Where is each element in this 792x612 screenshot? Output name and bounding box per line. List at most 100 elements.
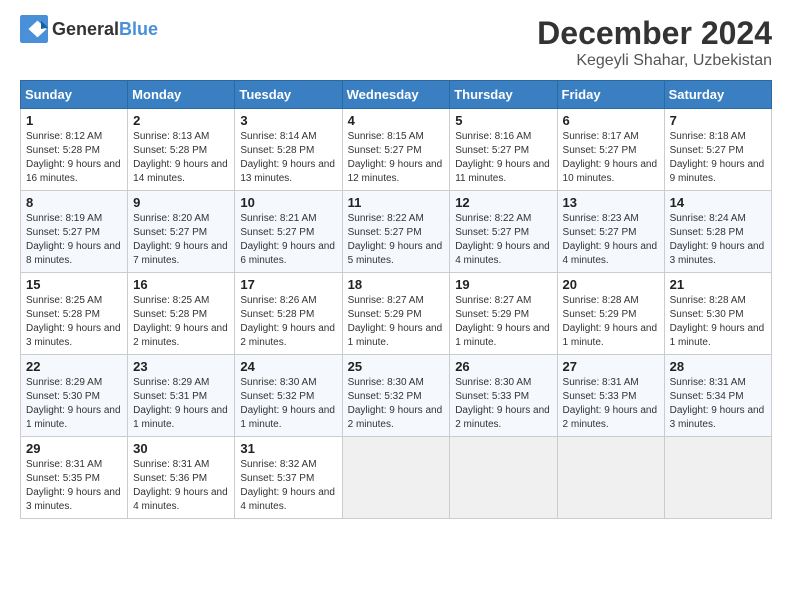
day-number: 29 (26, 441, 122, 456)
calendar-header-friday: Friday (557, 81, 664, 109)
logo: GeneralBlue (20, 15, 158, 43)
day-number: 30 (133, 441, 229, 456)
day-info: Sunrise: 8:31 AMSunset: 5:33 PMDaylight:… (563, 376, 659, 432)
page-container: GeneralBlue December 2024 Kegeyli Shahar… (0, 0, 792, 529)
day-info: Sunrise: 8:27 AMSunset: 5:29 PMDaylight:… (348, 294, 445, 350)
calendar-cell: 25 Sunrise: 8:30 AMSunset: 5:32 PMDayligh… (342, 355, 450, 437)
day-info: Sunrise: 8:25 AMSunset: 5:28 PMDaylight:… (133, 294, 229, 350)
day-info: Sunrise: 8:23 AMSunset: 5:27 PMDaylight:… (563, 212, 659, 268)
calendar-header-tuesday: Tuesday (235, 81, 342, 109)
calendar-cell: 19 Sunrise: 8:27 AMSunset: 5:29 PMDayligh… (450, 273, 557, 355)
day-info: Sunrise: 8:17 AMSunset: 5:27 PMDaylight:… (563, 130, 659, 186)
calendar-header-monday: Monday (128, 81, 235, 109)
calendar-cell: 5 Sunrise: 8:16 AMSunset: 5:27 PMDaylight… (450, 109, 557, 191)
day-info: Sunrise: 8:31 AMSunset: 5:36 PMDaylight:… (133, 458, 229, 514)
day-number: 31 (240, 441, 336, 456)
calendar-cell (342, 437, 450, 519)
calendar-header-row: SundayMondayTuesdayWednesdayThursdayFrid… (21, 81, 772, 109)
day-info: Sunrise: 8:20 AMSunset: 5:27 PMDaylight:… (133, 212, 229, 268)
calendar-cell: 2Sunrise: 8:13 AMSunset: 5:28 PMDaylight… (128, 109, 235, 191)
calendar-week-row: 8 Sunrise: 8:19 AMSunset: 5:27 PMDaylight… (21, 191, 772, 273)
day-number: 15 (26, 277, 122, 292)
day-info: Sunrise: 8:31 AMSunset: 5:35 PMDaylight:… (26, 458, 122, 514)
calendar-header-saturday: Saturday (664, 81, 771, 109)
day-number: 18 (348, 277, 445, 292)
calendar-cell: 16 Sunrise: 8:25 AMSunset: 5:28 PMDayligh… (128, 273, 235, 355)
day-info: Sunrise: 8:30 AMSunset: 5:33 PMDaylight:… (455, 376, 551, 432)
month-year-title: December 2024 (537, 15, 772, 52)
calendar-cell: 26 Sunrise: 8:30 AMSunset: 5:33 PMDayligh… (450, 355, 557, 437)
calendar-cell: 20Sunrise: 8:28 AMSunset: 5:29 PMDayligh… (557, 273, 664, 355)
day-info: Sunrise: 8:18 AMSunset: 5:27 PMDaylight:… (670, 130, 766, 186)
day-number: 11 (348, 195, 445, 210)
calendar-cell: 24Sunrise: 8:30 AMSunset: 5:32 PMDayligh… (235, 355, 342, 437)
day-info: Sunrise: 8:24 AMSunset: 5:28 PMDaylight:… (670, 212, 766, 268)
logo-icon (20, 15, 48, 43)
calendar-cell: 27Sunrise: 8:31 AMSunset: 5:33 PMDayligh… (557, 355, 664, 437)
calendar-header-wednesday: Wednesday (342, 81, 450, 109)
day-info: Sunrise: 8:29 AMSunset: 5:31 PMDaylight:… (133, 376, 229, 432)
day-info: Sunrise: 8:28 AMSunset: 5:30 PMDaylight:… (670, 294, 766, 350)
calendar-cell: 18 Sunrise: 8:27 AMSunset: 5:29 PMDayligh… (342, 273, 450, 355)
calendar-cell: 11Sunrise: 8:22 AMSunset: 5:27 PMDayligh… (342, 191, 450, 273)
day-number: 26 (455, 359, 551, 374)
day-number: 19 (455, 277, 551, 292)
calendar-cell: 7 Sunrise: 8:18 AMSunset: 5:27 PMDaylight… (664, 109, 771, 191)
day-number: 7 (670, 113, 766, 128)
day-info: Sunrise: 8:13 AMSunset: 5:28 PMDaylight:… (133, 130, 229, 186)
day-number: 8 (26, 195, 122, 210)
day-number: 20 (563, 277, 659, 292)
day-info: Sunrise: 8:32 AMSunset: 5:37 PMDaylight:… (240, 458, 336, 514)
calendar-cell: 14 Sunrise: 8:24 AMSunset: 5:28 PMDayligh… (664, 191, 771, 273)
day-number: 4 (348, 113, 445, 128)
day-number: 28 (670, 359, 766, 374)
calendar-cell (557, 437, 664, 519)
calendar-cell: 1Sunrise: 8:12 AMSunset: 5:28 PMDaylight… (21, 109, 128, 191)
day-number: 5 (455, 113, 551, 128)
day-number: 23 (133, 359, 229, 374)
calendar-cell: 31 Sunrise: 8:32 AMSunset: 5:37 PMDayligh… (235, 437, 342, 519)
calendar-week-row: 15 Sunrise: 8:25 AMSunset: 5:28 PMDayligh… (21, 273, 772, 355)
calendar-week-row: 1Sunrise: 8:12 AMSunset: 5:28 PMDaylight… (21, 109, 772, 191)
day-info: Sunrise: 8:19 AMSunset: 5:27 PMDaylight:… (26, 212, 122, 268)
day-number: 16 (133, 277, 229, 292)
day-number: 14 (670, 195, 766, 210)
calendar-header-thursday: Thursday (450, 81, 557, 109)
calendar-cell (450, 437, 557, 519)
day-info: Sunrise: 8:30 AMSunset: 5:32 PMDaylight:… (240, 376, 336, 432)
day-info: Sunrise: 8:25 AMSunset: 5:28 PMDaylight:… (26, 294, 122, 350)
day-info: Sunrise: 8:26 AMSunset: 5:28 PMDaylight:… (240, 294, 336, 350)
calendar-cell: 17 Sunrise: 8:26 AMSunset: 5:28 PMDayligh… (235, 273, 342, 355)
calendar-cell: 30 Sunrise: 8:31 AMSunset: 5:36 PMDayligh… (128, 437, 235, 519)
day-info: Sunrise: 8:15 AMSunset: 5:27 PMDaylight:… (348, 130, 445, 186)
day-number: 25 (348, 359, 445, 374)
day-info: Sunrise: 8:30 AMSunset: 5:32 PMDaylight:… (348, 376, 445, 432)
day-number: 21 (670, 277, 766, 292)
logo-text: GeneralBlue (52, 19, 158, 40)
title-section: December 2024 Kegeyli Shahar, Uzbekistan (537, 15, 772, 70)
day-info: Sunrise: 8:27 AMSunset: 5:29 PMDaylight:… (455, 294, 551, 350)
day-info: Sunrise: 8:29 AMSunset: 5:30 PMDaylight:… (26, 376, 122, 432)
calendar-cell: 12Sunrise: 8:22 AMSunset: 5:27 PMDayligh… (450, 191, 557, 273)
day-number: 6 (563, 113, 659, 128)
location-subtitle: Kegeyli Shahar, Uzbekistan (537, 52, 772, 70)
day-number: 3 (240, 113, 336, 128)
day-number: 13 (563, 195, 659, 210)
calendar-week-row: 29 Sunrise: 8:31 AMSunset: 5:35 PMDayligh… (21, 437, 772, 519)
calendar-cell: 8 Sunrise: 8:19 AMSunset: 5:27 PMDaylight… (21, 191, 128, 273)
day-info: Sunrise: 8:22 AMSunset: 5:27 PMDaylight:… (455, 212, 551, 268)
calendar-cell: 15 Sunrise: 8:25 AMSunset: 5:28 PMDayligh… (21, 273, 128, 355)
calendar-cell: 3Sunrise: 8:14 AMSunset: 5:28 PMDaylight… (235, 109, 342, 191)
day-number: 22 (26, 359, 122, 374)
day-info: Sunrise: 8:31 AMSunset: 5:34 PMDaylight:… (670, 376, 766, 432)
day-number: 17 (240, 277, 336, 292)
day-info: Sunrise: 8:16 AMSunset: 5:27 PMDaylight:… (455, 130, 551, 186)
day-info: Sunrise: 8:21 AMSunset: 5:27 PMDaylight:… (240, 212, 336, 268)
calendar-cell: 28 Sunrise: 8:31 AMSunset: 5:34 PMDayligh… (664, 355, 771, 437)
calendar-cell: 6 Sunrise: 8:17 AMSunset: 5:27 PMDaylight… (557, 109, 664, 191)
calendar-week-row: 22 Sunrise: 8:29 AMSunset: 5:30 PMDayligh… (21, 355, 772, 437)
calendar-table: SundayMondayTuesdayWednesdayThursdayFrid… (20, 80, 772, 519)
logo-blue: Blue (119, 19, 158, 39)
day-number: 10 (240, 195, 336, 210)
calendar-cell: 4 Sunrise: 8:15 AMSunset: 5:27 PMDaylight… (342, 109, 450, 191)
